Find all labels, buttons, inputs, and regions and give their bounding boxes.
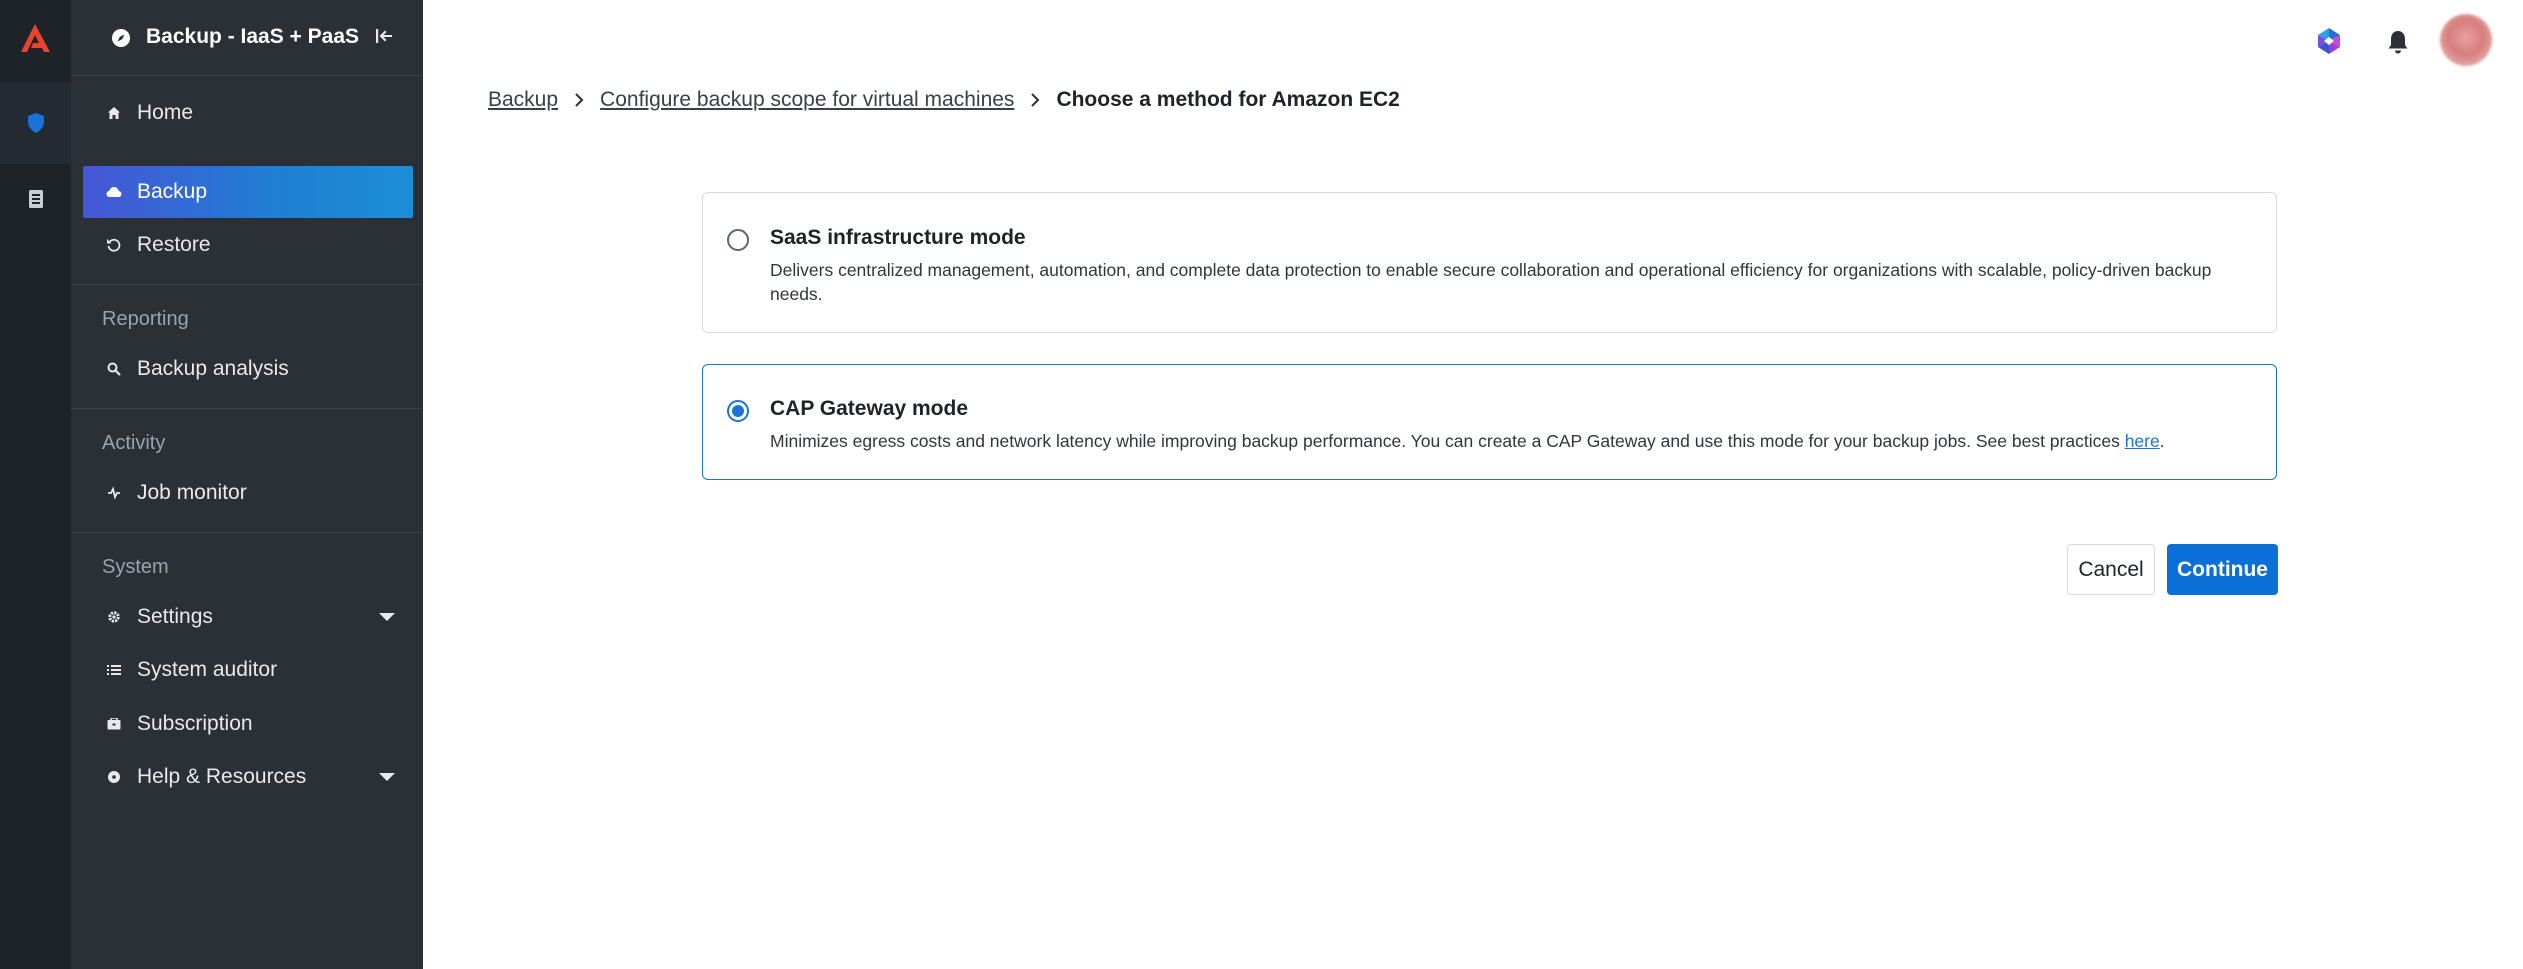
home-icon: [103, 106, 125, 120]
chevron-right-icon: [1030, 92, 1040, 108]
collapse-sidebar-icon[interactable]: [373, 25, 395, 47]
cancel-button[interactable]: Cancel: [2067, 544, 2155, 595]
sidebar-item-label: Backup: [137, 180, 208, 203]
sidebar-item-label: System auditor: [137, 658, 278, 681]
breadcrumb: Backup Configure backup scope for virtua…: [488, 88, 1400, 112]
sidebar-item-label: Job monitor: [137, 481, 247, 504]
section-label-reporting: Reporting: [102, 308, 189, 330]
option-title: SaaS infrastructure mode: [770, 226, 1026, 249]
option-description-text: Minimizes egress costs and network laten…: [770, 431, 2125, 451]
bell-icon[interactable]: [2386, 29, 2410, 55]
cloud-icon: [103, 186, 125, 198]
option-description: Delivers centralized management, automat…: [770, 260, 2212, 304]
sidebar-title: Backup - IaaS + PaaS: [146, 25, 360, 48]
best-practices-link[interactable]: here: [2125, 431, 2160, 451]
sidebar-item-restore[interactable]: Restore: [83, 219, 413, 271]
restore-icon: [103, 237, 125, 253]
acronis-logo-icon[interactable]: [18, 22, 52, 54]
gear-icon: [103, 610, 125, 624]
sidebar-divider: [71, 532, 423, 533]
breadcrumb-link-backup[interactable]: Backup: [488, 88, 558, 112]
sidebar-item-job-monitor[interactable]: Job monitor: [83, 467, 413, 519]
option-title: CAP Gateway mode: [770, 397, 969, 420]
subscription-icon: [103, 718, 125, 730]
option-card-saas[interactable]: SaaS infrastructure mode Delivers centra…: [702, 192, 2277, 333]
help-icon: [103, 770, 125, 784]
sidebar-item-backup[interactable]: Backup: [83, 166, 413, 218]
option-card-cap-gateway[interactable]: CAP Gateway mode Minimizes egress costs …: [702, 364, 2277, 480]
rail-reports-item[interactable]: [0, 158, 71, 240]
search-icon: [103, 362, 125, 376]
option-description: Minimizes egress costs and network laten…: [770, 429, 2236, 453]
document-icon: [28, 190, 43, 208]
breadcrumb-link-configure-scope[interactable]: Configure backup scope for virtual machi…: [600, 88, 1014, 112]
compass-icon: [112, 29, 130, 47]
section-label-activity: Activity: [102, 432, 166, 454]
chevron-down-icon[interactable]: [379, 613, 395, 621]
sidebar-header: Backup - IaaS + PaaS: [71, 0, 423, 76]
sidebar-item-home[interactable]: Home: [83, 87, 413, 139]
breadcrumb-current: Choose a method for Amazon EC2: [1056, 88, 1400, 111]
sidebar-item-label: Settings: [137, 605, 213, 628]
sidebar-divider: [71, 408, 423, 409]
sidebar: Backup - IaaS + PaaS Home Backup Restore…: [71, 0, 423, 969]
rail-protection-item[interactable]: [0, 82, 71, 164]
sidebar-item-label: Help & Resources: [137, 765, 307, 788]
section-label-system: System: [102, 556, 169, 578]
avatar[interactable]: [2440, 14, 2492, 66]
activity-icon: [103, 486, 125, 500]
chevron-down-icon[interactable]: [379, 773, 395, 781]
shield-icon: [27, 113, 44, 133]
saas-mode-radio[interactable]: [727, 229, 749, 251]
list-icon: [103, 664, 125, 676]
sidebar-item-label: Subscription: [137, 712, 253, 735]
sidebar-item-label: Backup analysis: [137, 357, 289, 380]
sidebar-item-backup-analysis[interactable]: Backup analysis: [83, 343, 413, 395]
assistant-icon[interactable]: [2316, 27, 2342, 55]
app-rail: [0, 0, 71, 969]
continue-button[interactable]: Continue: [2167, 544, 2278, 595]
chevron-right-icon: [574, 92, 584, 108]
option-description-suffix: .: [2159, 431, 2165, 451]
sidebar-item-subscription[interactable]: Subscription: [83, 698, 413, 750]
sidebar-item-system-auditor[interactable]: System auditor: [83, 644, 413, 696]
sidebar-item-settings[interactable]: Settings: [83, 591, 413, 643]
sidebar-item-help-resources[interactable]: Help & Resources: [83, 751, 413, 803]
sidebar-item-label: Restore: [137, 233, 211, 256]
sidebar-item-label: Home: [137, 101, 194, 124]
sidebar-divider: [71, 284, 423, 285]
cap-gateway-mode-radio[interactable]: [727, 400, 749, 422]
